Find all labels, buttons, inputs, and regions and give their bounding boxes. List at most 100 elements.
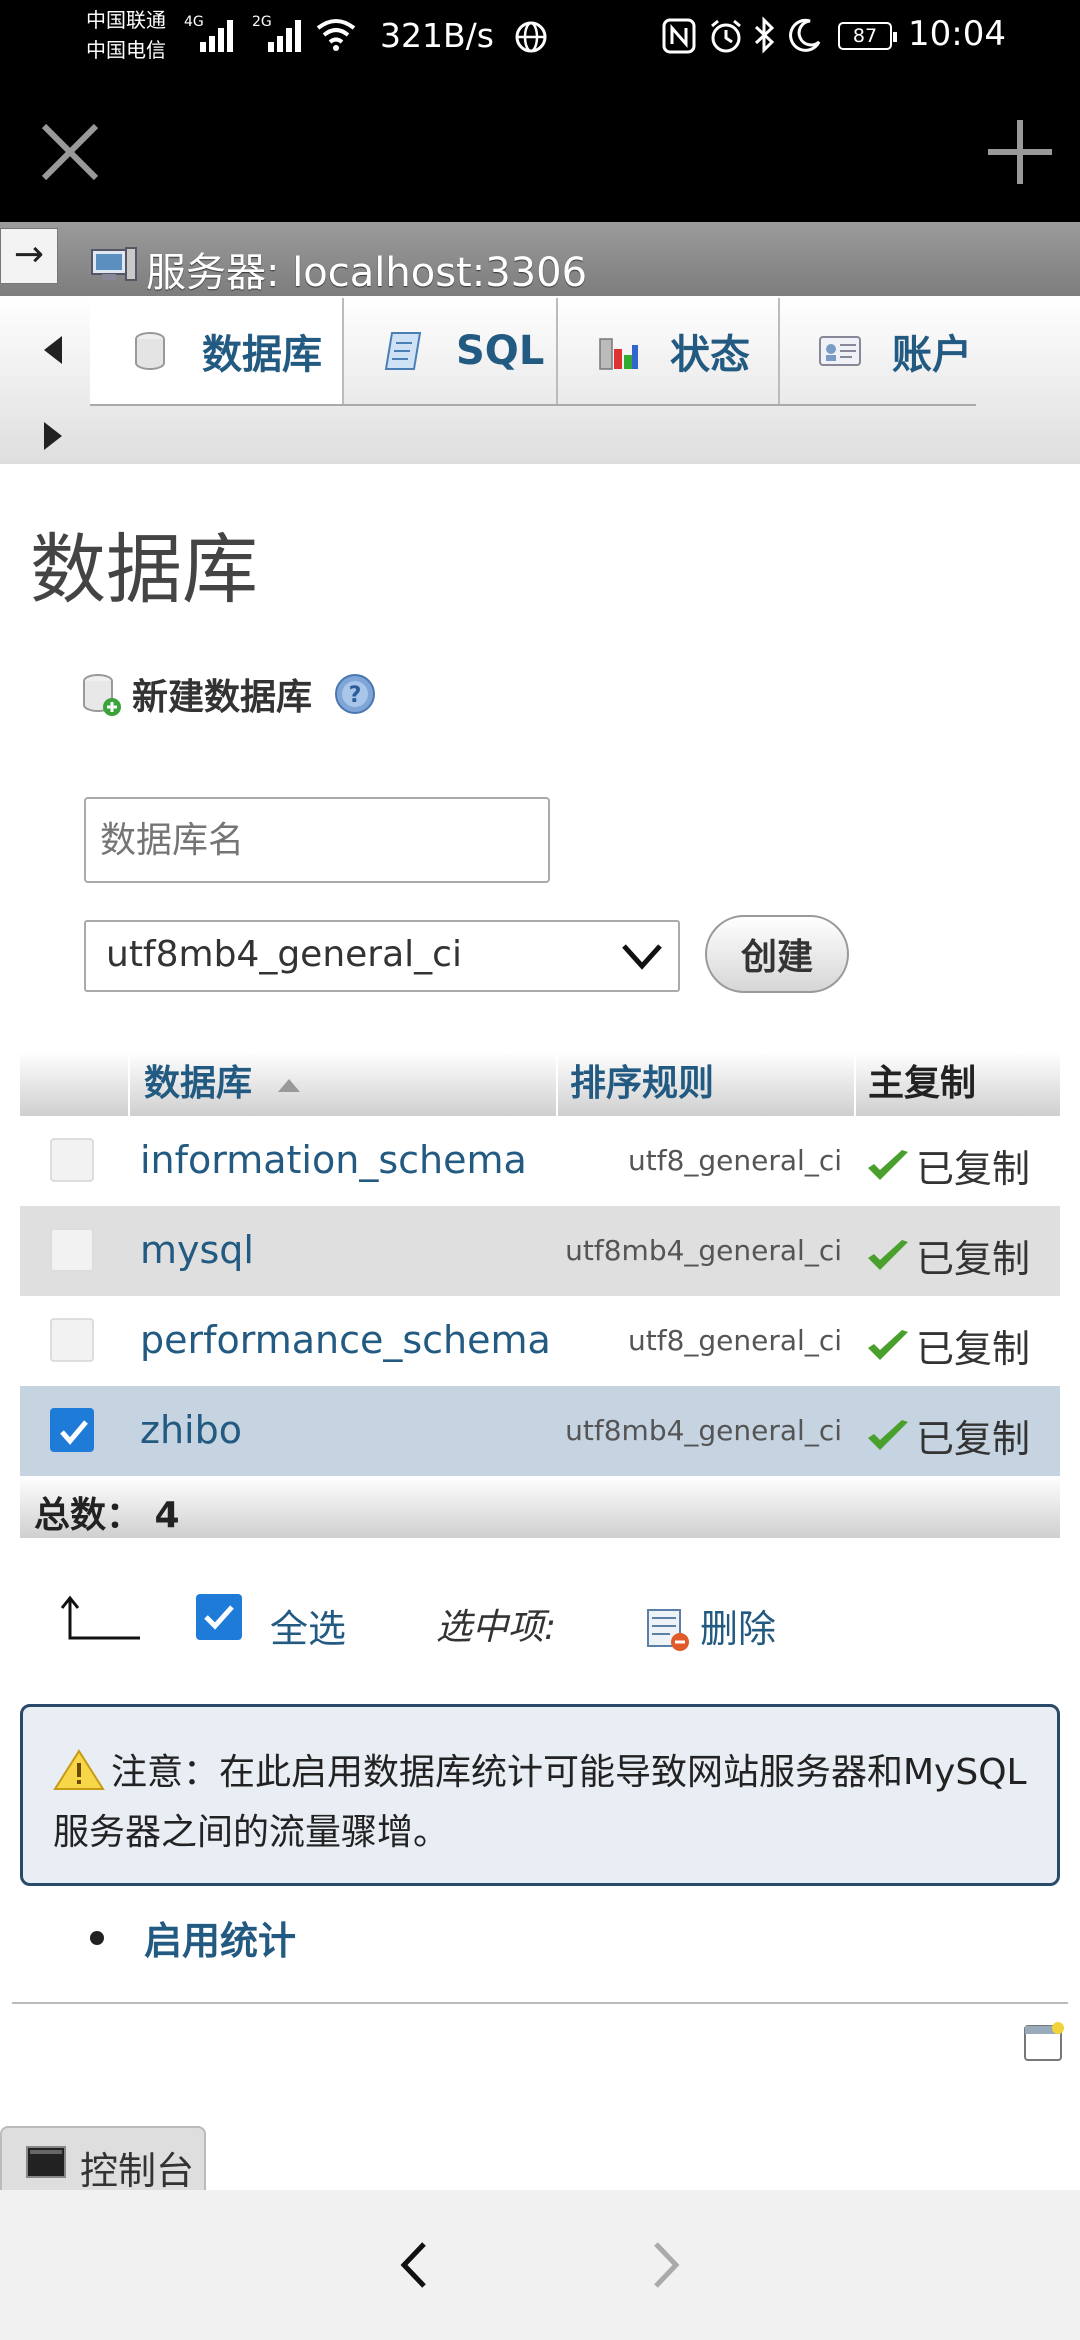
signal-icon-2 xyxy=(268,20,301,52)
accounts-card-icon xyxy=(819,336,861,366)
selected-items-label: 选中项: xyxy=(436,1607,557,1648)
header-database-label: 数据库 xyxy=(144,1063,253,1104)
nfc-icon xyxy=(662,18,696,54)
collation-selected-value: utf8mb4_general_ci xyxy=(106,934,462,975)
delete-icon[interactable] xyxy=(646,1606,692,1652)
database-name-input[interactable] xyxy=(84,797,550,883)
signal-icon-1 xyxy=(200,20,233,52)
sort-ascending-icon xyxy=(278,1078,301,1092)
header-replication: 主复制 xyxy=(854,1052,1056,1116)
status-chart-icon xyxy=(599,338,638,370)
battery-indicator: 87 xyxy=(838,22,897,50)
database-link[interactable]: zhibo xyxy=(140,1408,242,1452)
tab-databases-label: 数据库 xyxy=(202,332,322,378)
database-link[interactable]: mysql xyxy=(140,1228,254,1272)
row-checkbox[interactable] xyxy=(50,1408,94,1452)
tab-sql[interactable]: SQL xyxy=(344,298,558,404)
add-database-icon xyxy=(83,674,121,716)
row-checkbox[interactable] xyxy=(50,1138,94,1182)
checkbox-tick-icon xyxy=(60,1420,88,1445)
table-row: zhibo utf8mb4_general_ci 已复制 xyxy=(20,1386,1060,1476)
row-collation: utf8mb4_general_ci xyxy=(565,1234,842,1267)
checkbox-tick-icon xyxy=(204,1605,234,1630)
row-collation: utf8_general_ci xyxy=(628,1324,842,1357)
app-toolbar xyxy=(0,72,1080,222)
status-bar: 中国联通 中国电信 4G 2G 321B/s 87 10:04 xyxy=(0,0,1080,72)
replication-status: 已复制 xyxy=(916,1147,1031,1191)
collation-select[interactable]: utf8mb4_general_ci xyxy=(84,920,680,992)
plus-icon[interactable] xyxy=(980,112,1060,192)
replication-status: 已复制 xyxy=(916,1237,1031,1281)
table-footer: 总数： 4 xyxy=(20,1476,1060,1538)
new-database-section: 新建数据库 ? xyxy=(78,666,376,722)
clock: 10:04 xyxy=(908,14,1006,54)
new-window-icon[interactable] xyxy=(1022,2020,1066,2064)
tab-scroll-left-icon[interactable] xyxy=(38,332,68,368)
database-link[interactable]: information_schema xyxy=(140,1138,527,1182)
row-collation: utf8_general_ci xyxy=(628,1144,842,1177)
check-all-checkbox[interactable] xyxy=(196,1594,242,1640)
notice-box: 注意：在此启用数据库统计可能导致网站服务器和MySQL 服务器之间的流量骤增。 xyxy=(20,1704,1060,1886)
tab-accounts-label: 账户 xyxy=(892,332,972,378)
sql-scroll-icon xyxy=(384,332,422,370)
replication-status: 已复制 xyxy=(916,1327,1031,1371)
create-button[interactable]: 创建 xyxy=(705,915,849,993)
check-mark-icon xyxy=(868,1149,908,1180)
tab-accounts[interactable]: 账户 xyxy=(780,298,976,404)
database-link[interactable]: performance_schema xyxy=(140,1318,551,1362)
back-icon[interactable] xyxy=(380,2230,450,2300)
console-tab[interactable]: 控制台 xyxy=(0,2126,206,2193)
notice-text: 注意：在此启用数据库统计可能导致网站服务器和MySQL 服务器之间的流量骤增。 xyxy=(53,1752,1027,1853)
enable-statistics-link[interactable]: 启用统计 xyxy=(144,1910,296,1965)
server-label[interactable]: 服务器: localhost:3306 xyxy=(146,240,587,298)
carrier-2: 中国电信 xyxy=(86,38,166,62)
alarm-icon xyxy=(711,19,741,53)
tab-databases[interactable]: 数据库 xyxy=(90,298,344,404)
bullet xyxy=(90,1930,104,1945)
row-replication: 已复制 xyxy=(864,1228,1030,1283)
help-icon[interactable]: ? xyxy=(334,673,376,715)
chevron-down-icon xyxy=(622,944,662,970)
close-icon[interactable] xyxy=(30,112,110,192)
total-count: 总数： 4 xyxy=(34,1495,180,1536)
table-row: mysql utf8mb4_general_ci 已复制 xyxy=(20,1206,1060,1296)
browser-navigation-bar xyxy=(0,2190,1080,2340)
tab-status[interactable]: 状态 xyxy=(558,298,780,404)
globe-icon xyxy=(515,21,547,53)
svg-text:?: ? xyxy=(349,683,362,708)
net-speed: 321B/s xyxy=(380,16,494,55)
arrow-left-up-icon xyxy=(60,1595,140,1640)
collapse-navigation-button[interactable]: → xyxy=(0,228,58,284)
row-replication: 已复制 xyxy=(864,1408,1030,1463)
header-collation[interactable]: 排序规则 xyxy=(556,1052,854,1116)
table-row: performance_schema utf8_general_ci 已复制 xyxy=(20,1296,1060,1386)
header-database[interactable]: 数据库 xyxy=(128,1052,412,1116)
table-header: 数据库 排序规则 主复制 xyxy=(20,1052,1060,1116)
divider xyxy=(12,2002,1068,2004)
check-all-label[interactable]: 全选 xyxy=(270,1598,346,1653)
table-row: information_schema utf8_general_ci 已复制 xyxy=(20,1116,1060,1206)
database-table: 数据库 排序规则 主复制 information_schema utf8_gen… xyxy=(20,1052,1060,1538)
forward-icon[interactable] xyxy=(630,2230,700,2300)
row-replication: 已复制 xyxy=(864,1138,1030,1193)
new-database-label: 新建数据库 xyxy=(132,677,313,718)
bluetooth-icon xyxy=(754,16,775,54)
server-icon xyxy=(91,247,137,281)
row-replication: 已复制 xyxy=(864,1318,1030,1373)
replication-status: 已复制 xyxy=(916,1417,1031,1461)
row-checkbox[interactable] xyxy=(50,1228,94,1272)
check-mark-icon xyxy=(868,1329,908,1360)
wifi-icon xyxy=(316,19,356,51)
tab-scroll-right-icon[interactable] xyxy=(38,418,68,454)
tab-sql-label: SQL xyxy=(456,328,545,374)
database-icon xyxy=(135,332,165,370)
bulk-actions: 全选 选中项: 删除 xyxy=(0,1580,1080,1660)
row-checkbox[interactable] xyxy=(50,1318,94,1362)
tab-strip: 数据库 SQL 状态 账户 xyxy=(0,296,1080,464)
check-mark-icon xyxy=(868,1419,908,1450)
tab-divider xyxy=(90,404,976,406)
console-icon xyxy=(26,2146,66,2178)
delete-link[interactable]: 删除 xyxy=(700,1598,776,1653)
server-bar: → 服务器: localhost:3306 xyxy=(0,222,1080,296)
carrier-1: 中国联通 xyxy=(86,8,166,32)
